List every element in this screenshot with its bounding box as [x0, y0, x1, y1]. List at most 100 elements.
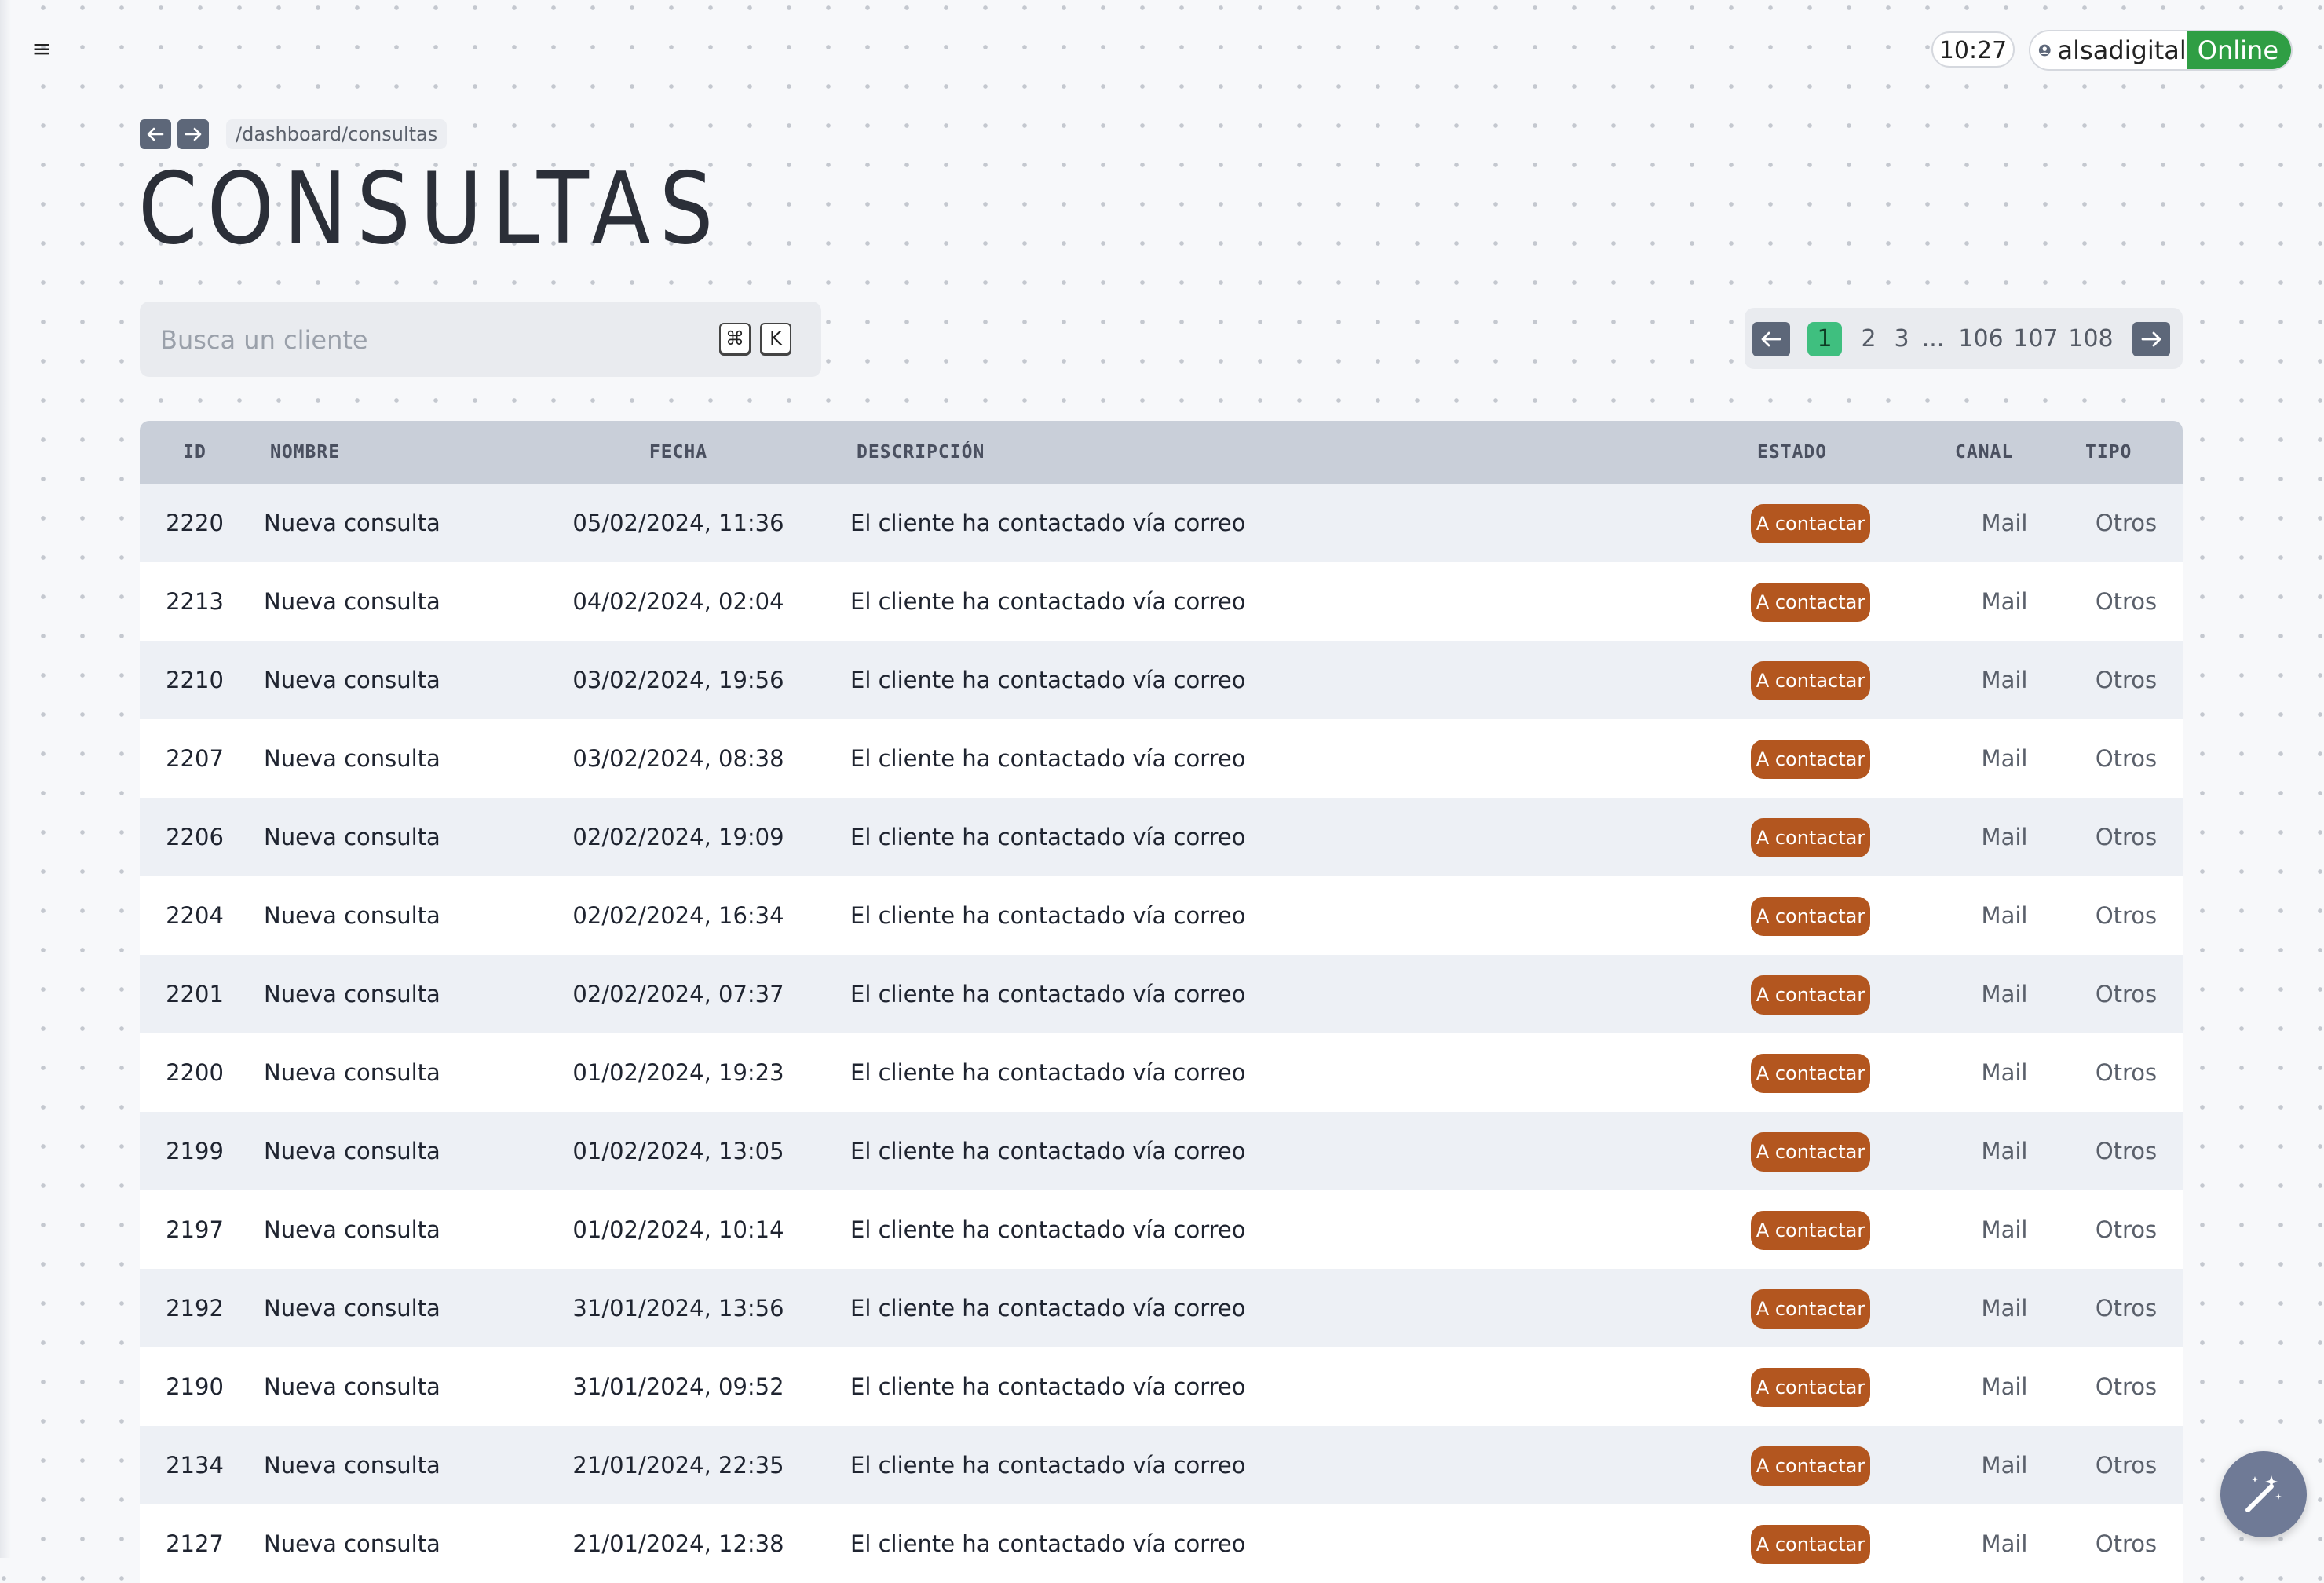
cell-fecha: 31/01/2024, 09:52 — [572, 1373, 784, 1400]
forward-button[interactable] — [177, 119, 209, 149]
page-3[interactable]: 3 — [1889, 322, 1914, 356]
table-row[interactable]: 2201 Nueva consulta 02/02/2024, 07:37 El cl… — [140, 955, 2183, 1033]
user-status-pill[interactable]: alsadigital Online — [2029, 30, 2293, 71]
column-header-estado[interactable]: ESTADO — [1757, 421, 1827, 484]
table-row[interactable]: 2200 Nueva consulta 01/02/2024, 19:23 El cl… — [140, 1033, 2183, 1112]
cell-tipo: Otros — [2095, 1138, 2158, 1164]
username: alsadigital — [2057, 35, 2187, 65]
search-input[interactable] — [159, 302, 633, 378]
table-row[interactable]: 2199 Nueva consulta 01/02/2024, 13:05 El cl… — [140, 1112, 2183, 1190]
cell-fecha: 03/02/2024, 19:56 — [572, 667, 784, 693]
table-row[interactable]: 2197 Nueva consulta 01/02/2024, 10:14 El cl… — [140, 1190, 2183, 1269]
table-row[interactable]: 2206 Nueva consulta 02/02/2024, 19:09 El cl… — [140, 798, 2183, 876]
magic-assistant-button[interactable] — [2220, 1451, 2307, 1537]
table-row[interactable]: 2127 Nueva consulta 21/01/2024, 12:38 El cl… — [140, 1504, 2183, 1583]
search-box: ⌘ K — [140, 302, 821, 378]
cell-nombre: Nueva consulta — [264, 745, 440, 772]
table-body: 2220 Nueva consulta 05/02/2024, 11:36 El cl… — [140, 484, 2183, 1583]
user-avatar-icon — [2038, 44, 2051, 57]
cell-descripcion: El cliente ha contactado vía correo — [850, 588, 1246, 615]
cell-descripcion: El cliente ha contactado vía correo — [850, 510, 1246, 536]
table-row[interactable]: 2210 Nueva consulta 03/02/2024, 19:56 El cl… — [140, 641, 2183, 719]
breadcrumb[interactable]: /dashboard/consultas — [226, 119, 448, 149]
cell-tipo: Otros — [2095, 510, 2158, 536]
page-107[interactable]: 107 — [2013, 322, 2059, 356]
table-row[interactable]: 2134 Nueva consulta 21/01/2024, 22:35 El cl… — [140, 1426, 2183, 1504]
cell-descripcion: El cliente ha contactado vía correo — [850, 1138, 1246, 1164]
page-108[interactable]: 108 — [2068, 322, 2114, 356]
cell-canal: Mail — [1981, 902, 2028, 929]
cell-canal: Mail — [1981, 667, 2028, 693]
cell-fecha: 01/02/2024, 13:05 — [572, 1138, 784, 1164]
cell-tipo: Otros — [2095, 1059, 2158, 1086]
cell-descripcion: El cliente ha contactado vía correo — [850, 981, 1246, 1007]
page-1[interactable]: 1 — [1807, 322, 1842, 356]
cell-id: 2200 — [166, 1059, 224, 1086]
consultas-table: ID NOMBRE FECHA DESCRIPCIÓN ESTADO CANAL… — [140, 421, 2183, 1583]
cell-canal: Mail — [1981, 1452, 2028, 1479]
status-badge: A contactar — [1751, 740, 1870, 779]
table-row[interactable]: 2207 Nueva consulta 03/02/2024, 08:38 El cl… — [140, 719, 2183, 798]
cell-canal: Mail — [1981, 588, 2028, 615]
cmd-key-hint: ⌘ — [719, 323, 751, 354]
cell-id: 2192 — [166, 1295, 224, 1322]
cell-id: 2127 — [166, 1530, 224, 1557]
cell-id: 2213 — [166, 588, 224, 615]
cell-fecha: 03/02/2024, 08:38 — [572, 745, 784, 772]
cell-tipo: Otros — [2095, 588, 2158, 615]
cell-descripcion: El cliente ha contactado vía correo — [850, 824, 1246, 850]
column-header-canal[interactable]: CANAL — [1955, 421, 2013, 484]
cell-tipo: Otros — [2095, 1295, 2158, 1322]
clock: 10:27 — [1931, 31, 2015, 68]
cell-id: 2134 — [166, 1452, 224, 1479]
status-badge: A contactar — [1751, 818, 1870, 857]
page-2[interactable]: 2 — [1856, 322, 1881, 356]
column-header-descripcion[interactable]: DESCRIPCIÓN — [857, 421, 985, 484]
cell-nombre: Nueva consulta — [264, 588, 440, 615]
table-row[interactable]: 2213 Nueva consulta 04/02/2024, 02:04 El cl… — [140, 562, 2183, 641]
status-badge: A contactar — [1751, 1368, 1870, 1407]
cell-id: 2206 — [166, 824, 224, 850]
cell-fecha: 02/02/2024, 07:37 — [572, 981, 784, 1007]
pagination: 1 2 3 ... 106 107 108 — [1745, 308, 2183, 369]
table-row[interactable]: 2192 Nueva consulta 31/01/2024, 13:56 El cl… — [140, 1269, 2183, 1347]
prev-page-button[interactable] — [1752, 322, 1790, 356]
cell-fecha: 31/01/2024, 13:56 — [572, 1295, 784, 1322]
cell-tipo: Otros — [2095, 1216, 2158, 1243]
arrow-left-icon — [147, 127, 164, 141]
online-status-badge: Online — [2186, 31, 2291, 69]
cell-id: 2201 — [166, 981, 224, 1007]
cell-descripcion: El cliente ha contactado vía correo — [850, 667, 1246, 693]
column-header-nombre[interactable]: NOMBRE — [270, 421, 340, 484]
cell-fecha: 04/02/2024, 02:04 — [572, 588, 784, 615]
cell-id: 2199 — [166, 1138, 224, 1164]
column-header-fecha[interactable]: FECHA — [529, 421, 828, 484]
cell-descripcion: El cliente ha contactado vía correo — [850, 1530, 1246, 1557]
table-row[interactable]: 2190 Nueva consulta 31/01/2024, 09:52 El cl… — [140, 1347, 2183, 1426]
cell-canal: Mail — [1981, 1138, 2028, 1164]
cell-tipo: Otros — [2095, 1452, 2158, 1479]
status-badge: A contactar — [1751, 1525, 1870, 1564]
next-page-button[interactable] — [2132, 322, 2170, 356]
cell-nombre: Nueva consulta — [264, 824, 440, 850]
arrow-right-icon — [2141, 331, 2161, 347]
cell-fecha: 02/02/2024, 19:09 — [572, 824, 784, 850]
cell-canal: Mail — [1981, 1295, 2028, 1322]
status-badge: A contactar — [1751, 1054, 1870, 1093]
cell-nombre: Nueva consulta — [264, 902, 440, 929]
cell-nombre: Nueva consulta — [264, 1295, 440, 1322]
column-header-tipo[interactable]: TIPO — [2085, 421, 2132, 484]
cell-fecha: 02/02/2024, 16:34 — [572, 902, 784, 929]
hamburger-menu-icon[interactable]: ≡ — [28, 36, 55, 63]
cell-id: 2207 — [166, 745, 224, 772]
cell-tipo: Otros — [2095, 667, 2158, 693]
status-badge: A contactar — [1751, 1446, 1870, 1486]
cell-nombre: Nueva consulta — [264, 1059, 440, 1086]
table-row[interactable]: 2220 Nueva consulta 05/02/2024, 11:36 El cl… — [140, 484, 2183, 562]
column-header-id[interactable]: ID — [140, 421, 250, 484]
status-badge: A contactar — [1751, 1132, 1870, 1172]
table-row[interactable]: 2204 Nueva consulta 02/02/2024, 16:34 El cl… — [140, 876, 2183, 955]
cell-descripcion: El cliente ha contactado vía correo — [850, 1373, 1246, 1400]
page-106[interactable]: 106 — [1958, 322, 2004, 356]
back-button[interactable] — [140, 119, 171, 149]
